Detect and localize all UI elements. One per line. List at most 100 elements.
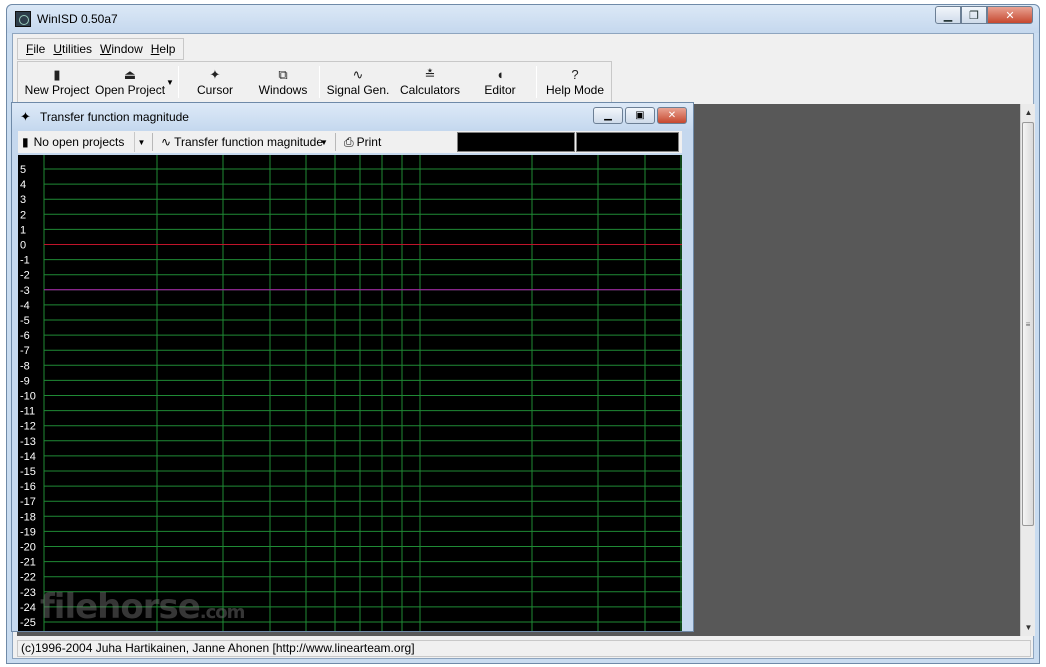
y-tick-label: -21 — [20, 557, 36, 569]
minimize-button[interactable]: ▁ — [935, 6, 961, 24]
chevron-down-icon: ▼ — [137, 137, 146, 147]
y-tick-label: -22 — [20, 572, 36, 584]
y-tick-label: 2 — [20, 209, 26, 221]
title-bar[interactable]: WinISD 0.50a7 ▁ ❐ ✕ — [7, 5, 1039, 33]
child-minimize-button[interactable]: ▁ — [593, 107, 623, 124]
y-tick-label: 3 — [20, 194, 26, 206]
y-tick-label: -2 — [20, 270, 30, 282]
y-tick-label: -19 — [20, 526, 36, 538]
toolbar-separator — [319, 66, 320, 98]
y-tick-label: 1 — [20, 224, 26, 236]
status-bar: (c)1996-2004 Juha Hartikainen, Janne Aho… — [17, 640, 1031, 657]
y-tick-label: -18 — [20, 511, 36, 523]
app-title: WinISD 0.50a7 — [37, 12, 118, 26]
chevron-down-icon: ▼ — [166, 77, 174, 87]
y-tick-label: -1 — [20, 255, 30, 267]
calculator-icon: ≛ — [424, 67, 436, 82]
y-tick-label: -14 — [20, 451, 36, 463]
scroll-down-arrow-icon[interactable]: ▼ — [1021, 619, 1036, 636]
maximize-icon: ❐ — [969, 9, 979, 22]
y-tick-label: -12 — [20, 421, 36, 433]
graph-type-dropdown-button[interactable]: ▼ — [317, 132, 331, 152]
y-tick-label: -11 — [20, 406, 35, 418]
y-tick-label: -25 — [20, 617, 36, 629]
toolbar-separator — [536, 66, 537, 98]
y-tick-label: -10 — [20, 391, 36, 403]
child-close-button[interactable]: ✕ — [657, 107, 687, 124]
maximize-icon: ▣ — [635, 110, 645, 121]
y-tick-label: -4 — [20, 300, 30, 312]
child-window-title: Transfer function magnitude — [40, 110, 189, 124]
scroll-up-arrow-icon[interactable]: ▲ — [1021, 104, 1036, 121]
y-tick-label: -5 — [20, 315, 30, 327]
chevron-down-icon: ▼ — [320, 137, 328, 147]
child-title-bar[interactable]: ✦ Transfer function magnitude ▁ ▣ ✕ — [12, 103, 693, 129]
y-tick-label: -8 — [20, 360, 30, 372]
close-button[interactable]: ✕ — [987, 6, 1033, 24]
toolbar-separator — [335, 133, 336, 151]
y-tick-label: -13 — [20, 436, 36, 448]
question-mark-icon: ? — [571, 67, 579, 82]
workspace-vertical-scrollbar[interactable]: ▲ ≡ ▼ — [1020, 104, 1035, 636]
new-project-button[interactable]: ▮ New Project — [18, 62, 96, 102]
y-tick-label: -15 — [20, 466, 36, 478]
print-button[interactable]: ⎙ Print — [340, 132, 385, 152]
menu-help[interactable]: Help — [147, 42, 180, 56]
toolbar-separator — [178, 66, 179, 98]
calculators-button[interactable]: ≛ Calculators — [394, 62, 466, 102]
sine-wave-icon: ∿ — [352, 67, 364, 82]
y-tick-label: -17 — [20, 496, 36, 508]
speaker-icon: ◖ — [496, 67, 504, 82]
close-icon: ✕ — [667, 110, 677, 121]
windows-icon: ⧉ — [278, 67, 288, 82]
cursor-readout-x — [457, 132, 575, 152]
printer-icon: ⎙ — [344, 134, 354, 149]
plot-canvas: 5 4 3 2 1 0 -1 -2 -3 -4 -5 -6 -7 -8 -9 -10 -11 -12 -13 -14 -… — [20, 155, 682, 631]
y-tick-label: 4 — [20, 179, 26, 191]
windows-button[interactable]: ⧉ Windows — [249, 62, 317, 102]
menu-window[interactable]: Window — [96, 42, 147, 56]
toolbar-separator — [152, 133, 153, 151]
transfer-function-window: ✦ Transfer function magnitude ▁ ▣ ✕ ▮ No… — [11, 102, 694, 632]
main-toolbar: ▮ New Project ⏏ Open Project ▼ ✦ Cursor … — [17, 61, 612, 103]
y-tick-label: -23 — [20, 587, 36, 599]
minimize-icon: ▁ — [943, 9, 953, 22]
y-tick-label: 0 — [20, 240, 26, 252]
maximize-button[interactable]: ❐ — [961, 6, 987, 24]
folder-icon: ⏏ — [123, 67, 137, 82]
signal-gen-button[interactable]: ∿ Signal Gen. — [322, 62, 394, 102]
open-project-dropdown[interactable]: ▼ — [164, 62, 176, 102]
editor-button[interactable]: ◖ Editor — [466, 62, 534, 102]
menu-bar: File Utilities Window Help — [17, 38, 185, 60]
y-tick-label: -24 — [20, 602, 36, 614]
scrollbar-thumb[interactable]: ≡ — [1022, 122, 1034, 526]
graph-type-select[interactable]: ∿ Transfer function magnitude — [157, 132, 323, 152]
crosshair-icon: ✦ — [209, 67, 221, 82]
app-icon[interactable] — [15, 11, 31, 27]
graph-toolbar: ▮ No open projects ▼ ∿ Transfer function… — [18, 131, 682, 153]
crosshair-icon: ✦ — [20, 109, 31, 124]
child-maximize-button[interactable]: ▣ — [625, 107, 655, 124]
y-tick-label: -3 — [20, 285, 30, 297]
minimize-icon: ▁ — [604, 110, 612, 121]
grip-icon: ≡ — [1025, 319, 1031, 329]
projects-dropdown-button[interactable]: ▼ — [134, 132, 148, 152]
help-mode-button[interactable]: ? Help Mode — [539, 62, 611, 102]
y-tick-label: -9 — [20, 375, 30, 387]
watermark: filehorse.com — [40, 587, 245, 627]
open-project-button[interactable]: ⏏ Open Project — [95, 62, 165, 102]
close-icon: ✕ — [1005, 9, 1015, 22]
new-project-icon: ▮ — [53, 67, 61, 82]
y-tick-label: -16 — [20, 481, 36, 493]
transfer-function-plot[interactable]: 5 4 3 2 1 0 -1 -2 -3 -4 -5 -6 -7 -8 -9 -10 -11 -12 -13 -14 -… — [18, 155, 682, 631]
y-tick-label: -20 — [20, 542, 36, 554]
cursor-button[interactable]: ✦ Cursor — [181, 62, 249, 102]
menu-file[interactable]: File — [22, 42, 49, 56]
menu-utilities[interactable]: Utilities — [49, 42, 96, 56]
project-icon: ▮ — [22, 135, 29, 149]
cursor-readout-y — [576, 132, 679, 152]
y-tick-label: -6 — [20, 330, 30, 342]
y-tick-label: 5 — [20, 164, 26, 176]
projects-select[interactable]: ▮ No open projects — [18, 132, 134, 152]
y-tick-label: -7 — [20, 345, 30, 357]
